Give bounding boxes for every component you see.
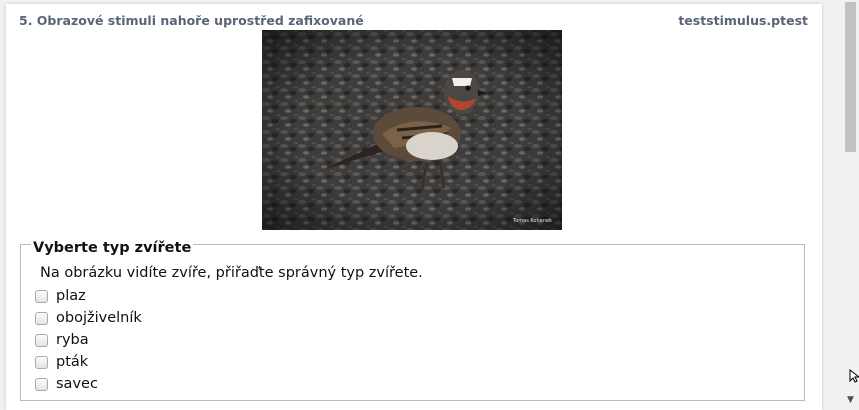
scrollbar-thumb[interactable] bbox=[845, 2, 856, 152]
question-legend: Vyberte typ zvířete bbox=[31, 240, 194, 256]
test-file-name: teststimulus.ptest bbox=[678, 13, 808, 28]
checkbox[interactable] bbox=[35, 289, 48, 303]
question-title: 5. Obrazové stimuli nahoře uprostřed zaf… bbox=[19, 13, 364, 28]
answer-option-label: ryba bbox=[56, 332, 89, 348]
checkbox[interactable] bbox=[35, 311, 48, 325]
bird-photo: Tomas Kohanek bbox=[262, 30, 562, 230]
checkbox[interactable] bbox=[35, 377, 48, 391]
question-fieldset: Vyberte typ zvířete Na obrázku vidíte zv… bbox=[20, 240, 805, 401]
vertical-scrollbar[interactable]: ▼ bbox=[842, 0, 859, 410]
page: 5. Obrazové stimuli nahoře uprostřed zaf… bbox=[0, 0, 859, 410]
question-card: 5. Obrazové stimuli nahoře uprostřed zaf… bbox=[6, 4, 822, 410]
mouse-cursor-icon bbox=[849, 369, 859, 383]
photo-watermark: Tomas Kohanek bbox=[512, 218, 552, 224]
answer-options: plaz obojživelník ryba pták savec bbox=[35, 285, 142, 395]
checkbox[interactable] bbox=[35, 355, 48, 369]
stimulus-image: Tomas Kohanek bbox=[262, 30, 562, 230]
answer-option-ptak[interactable]: pták bbox=[35, 351, 142, 373]
answer-option-label: plaz bbox=[56, 288, 86, 304]
answer-option-savec[interactable]: savec bbox=[35, 373, 142, 395]
answer-option-plaz[interactable]: plaz bbox=[35, 285, 142, 307]
answer-option-obojzivelnik[interactable]: obojživelník bbox=[35, 307, 142, 329]
answer-option-label: pták bbox=[56, 354, 89, 370]
scroll-down-arrow-icon[interactable]: ▼ bbox=[845, 394, 856, 406]
question-instruction: Na obrázku vidíte zvíře, přiřaďte správn… bbox=[40, 265, 423, 281]
answer-option-label: savec bbox=[56, 376, 98, 392]
answer-option-ryba[interactable]: ryba bbox=[35, 329, 142, 351]
checkbox[interactable] bbox=[35, 333, 48, 347]
answer-option-label: obojživelník bbox=[56, 310, 142, 326]
